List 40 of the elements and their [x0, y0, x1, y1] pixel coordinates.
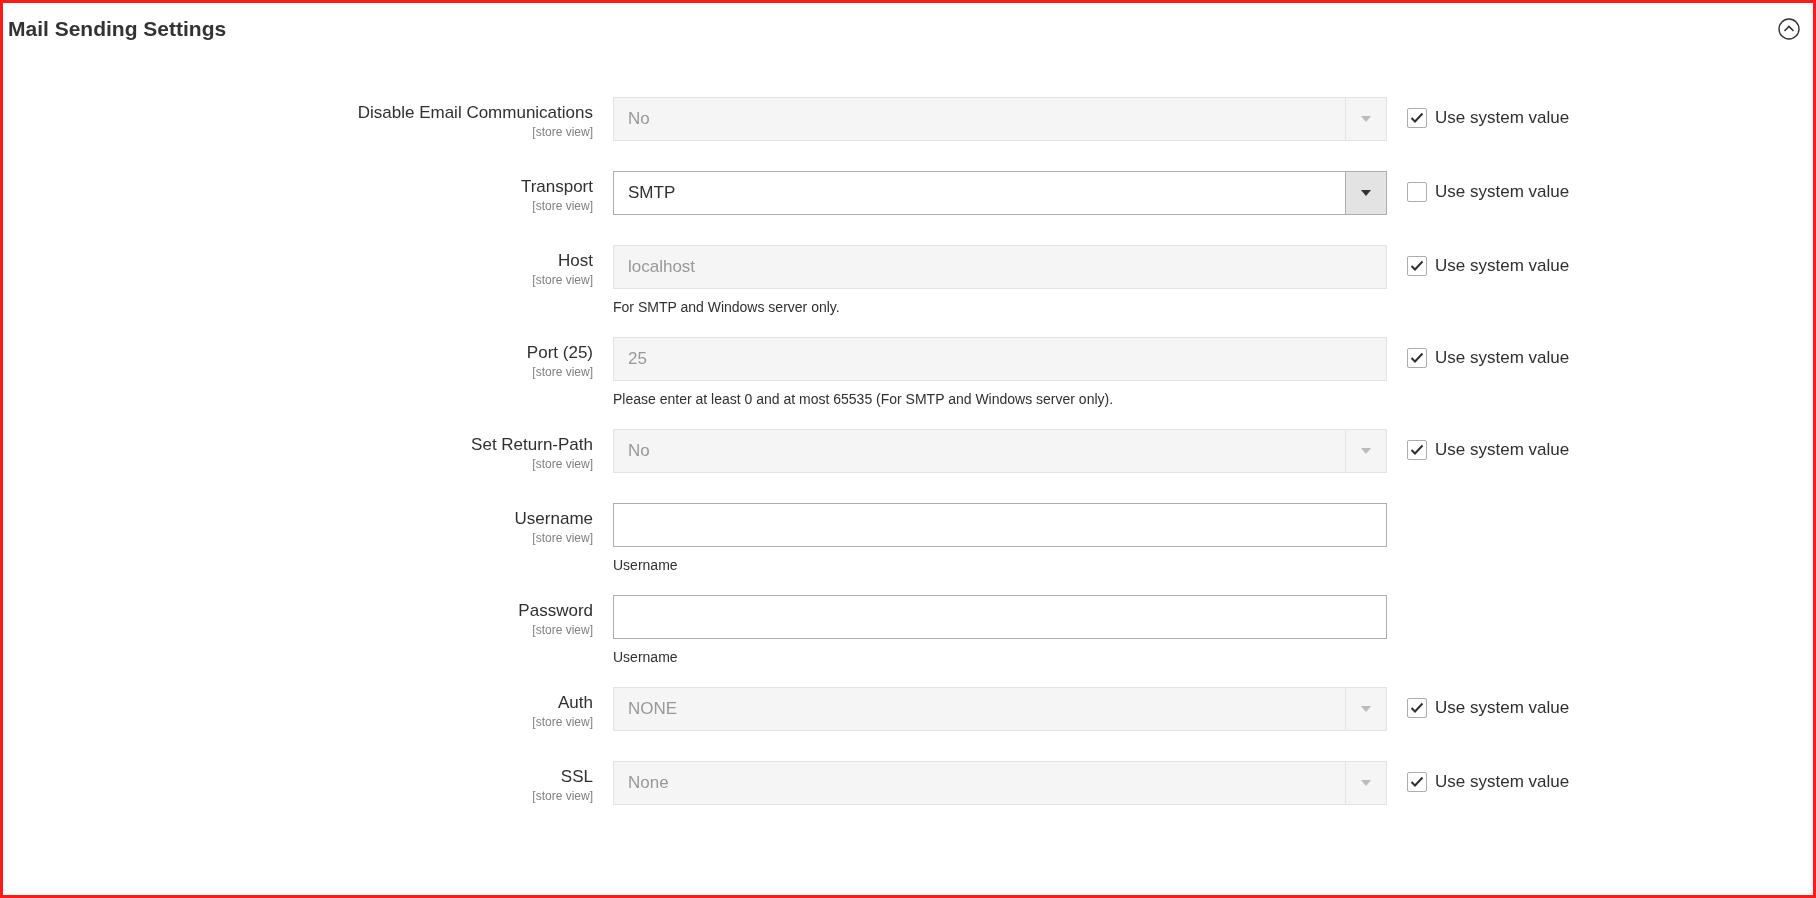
scope-label: [store view] [532, 457, 593, 471]
checkbox-label: Use system value [1435, 698, 1570, 718]
dropdown-field[interactable]: SMTP [613, 171, 1387, 215]
checkbox-label: Use system value [1435, 348, 1570, 368]
field-label: Auth [558, 693, 593, 713]
scope-label: [store view] [532, 531, 593, 545]
field-note: Username [613, 649, 679, 667]
caret-icon [1361, 116, 1371, 122]
scope-label: [store view] [532, 623, 593, 637]
scope-label: [store view] [532, 199, 593, 213]
scope-label: [store view] [532, 365, 593, 379]
input-field[interactable] [613, 595, 1387, 639]
caret-icon [1361, 190, 1371, 196]
field-note: For SMTP and Windows server only. [613, 299, 841, 317]
field-label: Username [514, 509, 593, 529]
section-title: Mail Sending Settings [8, 17, 227, 41]
scope-label: [store view] [532, 273, 593, 287]
input-field[interactable] [613, 503, 1387, 547]
checkbox-label: Use system value [1435, 108, 1570, 128]
field-label: Set Return-Path [471, 435, 593, 455]
checkbox-label: Use system value [1435, 440, 1570, 460]
field-label: Password [518, 601, 593, 621]
field-label: Disable Email Communications [357, 103, 593, 123]
caret-icon [1361, 780, 1371, 786]
field-label: SSL [560, 767, 593, 787]
field-label: Transport [520, 177, 593, 197]
scope-label: [store view] [532, 789, 593, 803]
field-note: Username [613, 557, 679, 575]
checkbox-label: Use system value [1435, 256, 1570, 276]
scope-label: [store view] [532, 125, 593, 139]
caret-icon [1361, 706, 1371, 712]
field-label: Host [558, 251, 593, 271]
field-label: Port (25) [526, 343, 593, 363]
collapse-icon[interactable] [1778, 18, 1800, 40]
caret-icon [1361, 448, 1371, 454]
checkbox-label: Use system value [1435, 182, 1570, 202]
field-note: Please enter at least 0 and at most 65535 (For SMTP and Windows server only). [613, 391, 1115, 409]
checkbox-label: Use system value [1435, 772, 1570, 792]
checkbox[interactable] [1407, 182, 1427, 202]
scope-label: [store view] [532, 715, 593, 729]
